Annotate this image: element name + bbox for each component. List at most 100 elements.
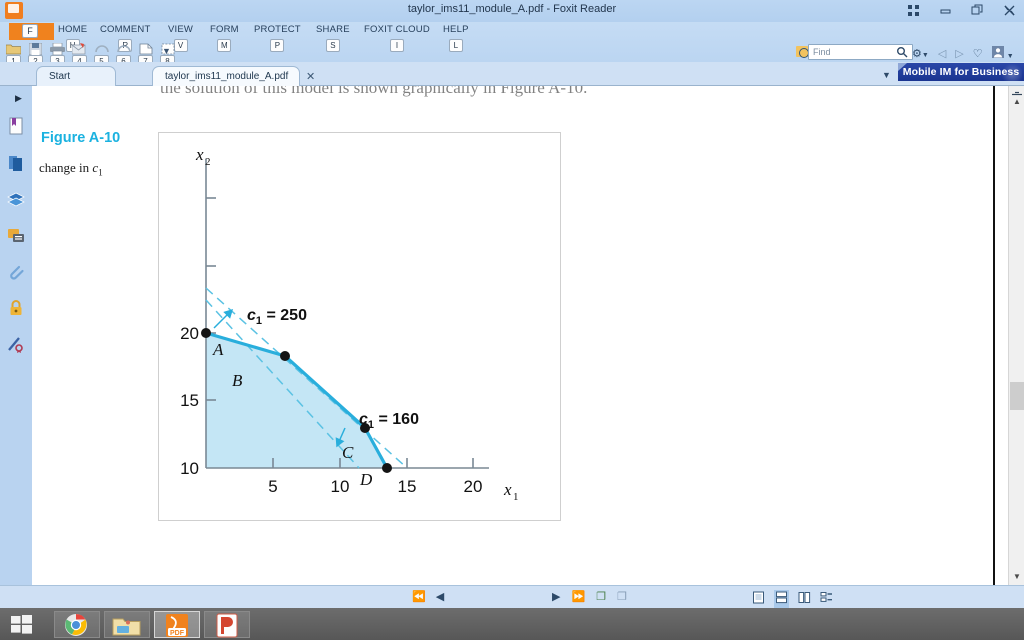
ribbon-tab-label: HOME (58, 24, 88, 35)
save-icon (26, 42, 45, 56)
restore-tiles-icon[interactable] (904, 2, 922, 19)
y-axis-label-sub: 2 (205, 156, 211, 168)
title-bar: taylor_ims11_module_A.pdf - Foxit Reader (0, 0, 1024, 22)
split-view-handle[interactable] (1012, 85, 1022, 96)
page-edge-shadow (993, 86, 995, 585)
ribbon-tab-share[interactable]: SHARE S (316, 24, 350, 53)
x-axis-label: x (503, 480, 512, 499)
gear-icon[interactable]: ⚙▼ (912, 47, 929, 60)
file-menu-key: F (22, 24, 38, 38)
pages-icon[interactable] (6, 153, 26, 173)
mobile-im-notification[interactable]: Mobile IM for Business (898, 63, 1024, 81)
ribbon-tab-keytip: L (448, 39, 463, 52)
chart-svg: 20 15 10 5 0 5 10 15 20 x 2 x 1 (180, 145, 519, 545)
scroll-up-button[interactable]: ▲ (1009, 94, 1024, 110)
page-icon (136, 42, 155, 55)
email-icon (70, 42, 89, 55)
window-controls (904, 2, 1018, 19)
open-folder-icon (4, 42, 23, 55)
ribbon-tab-foxit-cloud[interactable]: FOXIT CLOUD I (364, 24, 430, 53)
close-icon[interactable] (1000, 2, 1018, 19)
ribbon-tab-keytip: P (270, 39, 285, 52)
vertex-label-D: D (359, 470, 373, 489)
previous-page-icon[interactable]: ◀ (436, 590, 444, 603)
figure-caption: change in c1 (39, 160, 103, 178)
foxit-reader-icon[interactable]: PDF (154, 611, 200, 638)
search-scope-icon[interactable] (796, 46, 809, 58)
vertex-label-A: A (212, 340, 224, 359)
ribbon-tab-keytip: M (217, 39, 232, 52)
next-page-icon[interactable]: ▶ (552, 590, 560, 603)
ribbon-tab-label: HELP (443, 24, 469, 35)
y-tick-15: 15 (180, 391, 199, 410)
figure-caption-prefix: change in (39, 160, 93, 175)
x-axis-label-sub: 1 (513, 491, 519, 503)
signatures-icon[interactable] (6, 334, 26, 354)
document-view[interactable]: the solution of this model is shown grap… (32, 86, 993, 585)
split-view-icon[interactable] (820, 591, 833, 607)
ribbon-tab-form[interactable]: FORM M (210, 24, 239, 53)
continuous-view-icon[interactable] (774, 590, 789, 608)
vertex-B (280, 351, 290, 361)
ribbon-tab-label: SHARE (316, 24, 350, 35)
vertical-scroll-thumb[interactable] (1010, 382, 1024, 410)
tab-overflow-icon[interactable]: ▼ (882, 70, 891, 80)
first-page-icon[interactable]: ⏪ (412, 590, 426, 603)
security-icon[interactable] (6, 298, 26, 318)
x-tick-5: 5 (268, 477, 277, 496)
facing-view-icon[interactable] (798, 591, 811, 607)
vertex-label-B: B (232, 371, 243, 390)
ribbon-tab-label: FOXIT CLOUD (364, 24, 430, 35)
forward-arrow-icon[interactable]: ▷ (955, 47, 963, 60)
document-tab-strip: Start taylor_ims11_module_A.pdf ✕ (0, 62, 1024, 86)
taskbar: PDF Links ▲ ⚑ ΕΛ 7:06 πμ 24/5/2015 (0, 608, 1024, 640)
screen: taylor_ims11_module_A.pdf - Foxit Reader (0, 0, 1024, 640)
vertex-A (201, 328, 211, 338)
page-nav-group-right: ▶ ⏩ ❐ ❐ (552, 590, 627, 603)
vertical-scrollbar[interactable]: ▲ ▼ (1008, 86, 1024, 585)
document-tab-2[interactable]: taylor_ims11_module_A.pdf (152, 66, 300, 86)
y-tick-20: 20 (180, 324, 199, 343)
chrome-icon[interactable] (54, 611, 100, 638)
attachments-icon[interactable] (6, 262, 26, 282)
layers-icon[interactable] (6, 190, 26, 210)
document-tab-close-icon[interactable]: ✕ (306, 70, 315, 83)
back-arrow-icon[interactable]: ◁ (938, 47, 946, 60)
ribbon-tab-help[interactable]: HELP L (443, 24, 469, 53)
heart-icon[interactable]: ♡ (973, 47, 983, 60)
duplicate-page-icon[interactable]: ❐ (617, 590, 627, 603)
file-menu-tab[interactable]: F (9, 23, 54, 40)
document-tab-label: Start (49, 71, 71, 82)
ribbon: F HOMEHCOMMENTRVIEWVFORMMPROTECTPSHARESF… (0, 22, 1024, 75)
y-axis-label: x (195, 145, 204, 164)
minimize-icon[interactable] (936, 2, 954, 19)
search-icon[interactable] (896, 46, 908, 61)
maximize-restore-icon[interactable] (968, 2, 986, 19)
ribbon-tab-label: FORM (210, 24, 239, 35)
status-bar: ⏪ ◀ A-35 (35 / 63) ▼ ▶ ⏩ ❐ ❐ (0, 585, 1024, 608)
feasible-region (206, 333, 387, 468)
account-avatar-icon[interactable]: ▼ (991, 46, 1014, 61)
window-title: taylor_ims11_module_A.pdf - Foxit Reader (407, 3, 617, 15)
comments-icon[interactable] (6, 226, 26, 246)
powerpoint-icon[interactable] (204, 611, 250, 638)
start-button[interactable] (10, 613, 36, 635)
quick-access-more-icon[interactable]: ▼ (162, 46, 171, 56)
scroll-down-button[interactable]: ▼ (1009, 569, 1024, 585)
single-page-view-icon[interactable] (752, 591, 765, 607)
add-page-icon[interactable]: ❐ (596, 590, 606, 603)
document-tab-1[interactable]: Start (36, 66, 116, 86)
figure-frame: 20 15 10 5 0 5 10 15 20 x 2 x 1 (158, 132, 561, 545)
vertex-label-C: C (342, 443, 354, 462)
x-tick-15: 15 (398, 477, 417, 496)
x-tick-10: 10 (331, 477, 350, 496)
ribbon-tab-protect[interactable]: PROTECT P (254, 24, 301, 53)
annotation-c1-250: c1 = 250 (247, 307, 307, 327)
last-page-icon[interactable]: ⏩ (571, 590, 585, 603)
ribbon-tab-label: COMMENT (100, 24, 151, 35)
explorer-icon[interactable] (104, 611, 150, 638)
vertex-D (382, 463, 392, 473)
expand-pane-icon[interactable]: ▶ (15, 93, 22, 104)
page-nav-group: ⏪ ◀ (412, 590, 444, 603)
bookmarks-icon[interactable] (6, 116, 26, 136)
